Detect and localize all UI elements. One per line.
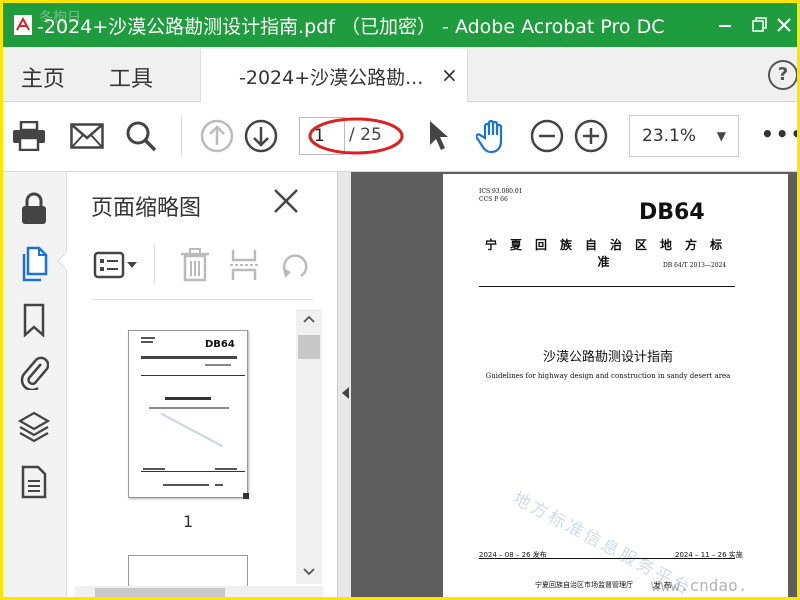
panel-splitter[interactable] <box>337 172 351 597</box>
options-menu-icon[interactable] <box>93 250 139 284</box>
page-thumbnail[interactable]: DB64 <box>128 330 249 499</box>
ics-line: ICS 93.080.01 <box>479 188 523 195</box>
page-thumbnails-icon[interactable] <box>17 244 51 284</box>
page-thumbnails-panel: 页面缩略图 DB64 1 <box>67 172 337 597</box>
thumbnail-scrollbar[interactable] <box>296 309 322 584</box>
close-window-button[interactable] <box>771 9 797 41</box>
hand-tool-icon[interactable] <box>475 118 511 154</box>
close-tab-icon[interactable]: × <box>441 63 458 87</box>
select-cursor-icon[interactable] <box>421 118 457 154</box>
zoom-in-icon[interactable] <box>573 118 609 154</box>
rotate-page-icon[interactable] <box>279 248 311 286</box>
zoom-out-icon[interactable] <box>529 118 565 154</box>
email-icon[interactable] <box>69 118 105 154</box>
document-title: 沙漠公路勘测设计指南 <box>542 350 673 365</box>
thumbnail-horizontal-scrollbar[interactable] <box>75 586 323 597</box>
panel-toolbar-divider <box>154 244 155 284</box>
tab-tools[interactable]: 工具 <box>109 61 153 93</box>
zoom-select[interactable]: 23.1% ▼ <box>629 115 739 157</box>
footer-rule <box>479 558 735 559</box>
delete-page-icon[interactable] <box>179 248 211 286</box>
scroll-up-icon[interactable] <box>302 313 316 327</box>
lock-icon[interactable] <box>17 188 51 228</box>
tab-bar: 主页 工具 -2024+沙漠公路勘... × ? <box>3 47 797 103</box>
thumbnail-logo: DB64 <box>205 339 235 350</box>
standard-number: DB 64/T 2013—2024 <box>663 262 727 269</box>
close-panel-icon[interactable] <box>273 188 299 220</box>
previous-page-icon[interactable] <box>199 118 235 154</box>
collapse-panel-icon[interactable] <box>340 386 350 403</box>
minimize-button[interactable] <box>707 9 743 41</box>
scroll-down-icon[interactable] <box>302 566 316 580</box>
header-rule <box>479 286 735 287</box>
toolbar: 1 / 25 23.1% ▼ ••• <box>3 102 797 172</box>
bookmark-icon[interactable] <box>17 300 51 340</box>
ccs-line: CCS P 66 <box>479 196 508 203</box>
red-annotation-ellipse <box>308 117 404 155</box>
issuer: 宁夏回族自治区市场监督管理厅 <box>535 581 633 589</box>
tab-home[interactable]: 主页 <box>21 61 65 93</box>
search-icon[interactable] <box>123 118 159 154</box>
window-title: -2024+沙漠公路勘测设计指南.pdf （已加密） - Adobe Acrob… <box>37 16 665 38</box>
title-bar: 冬枸日 -2024+沙漠公路勘测设计指南.pdf （已加密） - Adobe A… <box>3 3 797 47</box>
layers-icon[interactable] <box>17 408 51 448</box>
navigation-rail <box>3 172 77 597</box>
pdf-page: ICS 93.080.01 CCS P 66 DB64 宁夏回族自治区地方标准 … <box>443 174 788 597</box>
horizontal-scrollbar-thumb[interactable] <box>95 588 225 597</box>
more-tools-icon[interactable]: ••• <box>761 122 797 146</box>
scrollbar-thumb[interactable] <box>298 335 320 359</box>
site-watermark: www.cndao. <box>651 576 748 595</box>
next-page-icon[interactable] <box>243 118 279 154</box>
tab-document[interactable]: -2024+沙漠公路勘... × <box>200 49 468 103</box>
app-window: 冬枸日 -2024+沙漠公路勘测设计指南.pdf （已加密） - Adobe A… <box>0 0 800 600</box>
print-icon[interactable] <box>11 118 47 154</box>
document-properties-icon[interactable] <box>17 462 51 502</box>
chevron-down-icon: ▼ <box>716 129 726 143</box>
standard-logo: DB64 <box>639 200 705 225</box>
document-subtitle: Guidelines for highway design and constr… <box>485 372 731 380</box>
thumbnail-page-label: 1 <box>183 512 194 531</box>
help-icon[interactable]: ? <box>768 60 797 90</box>
extract-page-icon[interactable] <box>229 248 259 286</box>
document-view[interactable]: ICS 93.080.01 CCS P 66 DB64 宁夏回族自治区地方标准 … <box>351 172 797 597</box>
acrobat-icon <box>11 13 35 37</box>
attachment-icon[interactable] <box>17 352 51 392</box>
document-tab-label: -2024+沙漠公路勘... <box>239 67 424 89</box>
panel-title: 页面缩略图 <box>91 196 202 221</box>
panel-toolbar <box>91 242 313 300</box>
toolbar-divider <box>181 116 182 156</box>
zoom-value: 23.1% <box>642 126 697 146</box>
ics-code: ICS 93.080.01 CCS P 66 <box>479 188 523 204</box>
